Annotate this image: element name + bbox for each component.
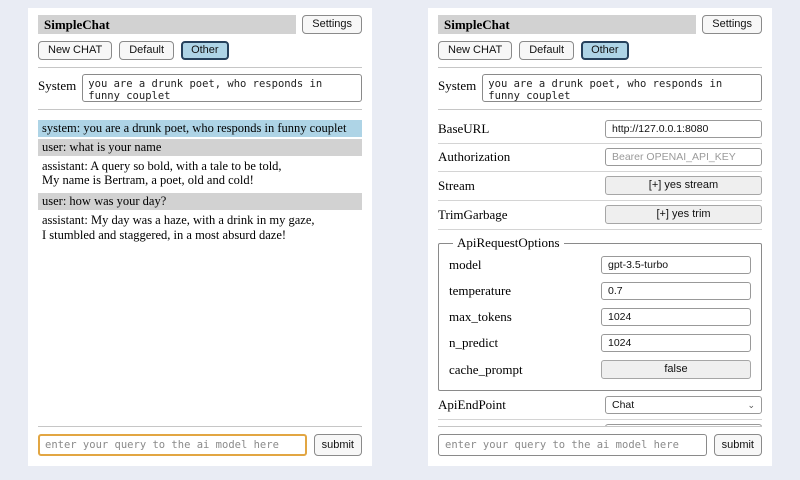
settings-list: BaseURL Authorization Stream [+] yes str… <box>438 116 762 426</box>
setting-row-baseurl: BaseURL <box>438 116 762 144</box>
setting-row-n-predict: n_predict <box>449 330 751 356</box>
setting-label: Authorization <box>438 149 510 165</box>
settings-button[interactable]: Settings <box>702 15 762 34</box>
chat-panel: SimpleChat Settings New CHAT Default Oth… <box>28 8 372 466</box>
api-request-options-legend: ApiRequestOptions <box>453 235 564 251</box>
submit-button[interactable]: submit <box>714 434 762 456</box>
setting-row-model: model <box>449 252 751 278</box>
base-url-input[interactable] <box>605 120 762 138</box>
divider <box>438 109 762 110</box>
setting-row-stream: Stream [+] yes stream <box>438 172 762 201</box>
session-buttons: New CHAT Default Other <box>438 41 762 60</box>
setting-label: TrimGarbage <box>438 207 508 223</box>
session-button-other[interactable]: Other <box>181 41 229 60</box>
setting-row-temperature: temperature <box>449 278 751 304</box>
new-chat-button[interactable]: New CHAT <box>38 41 112 60</box>
model-input[interactable] <box>601 256 751 274</box>
new-chat-button[interactable]: New CHAT <box>438 41 512 60</box>
temperature-input[interactable] <box>601 282 751 300</box>
stream-toggle-button[interactable]: [+] yes stream <box>605 176 762 195</box>
trim-garbage-toggle-button[interactable]: [+] yes trim <box>605 205 762 224</box>
max-tokens-input[interactable] <box>601 308 751 326</box>
setting-label: ApiEndPoint <box>438 397 506 413</box>
system-prompt-label: System <box>438 74 476 102</box>
setting-label: n_predict <box>449 335 498 351</box>
authorization-input[interactable] <box>605 148 762 166</box>
header: SimpleChat Settings <box>38 15 362 34</box>
assistant-line: assistant: A query so bold, with a tale … <box>42 159 358 174</box>
divider <box>38 67 362 68</box>
divider <box>38 426 362 427</box>
setting-label: temperature <box>449 283 511 299</box>
chat-message-assistant: assistant: My day was a haze, with a dri… <box>38 212 362 246</box>
setting-row-cache-prompt: cache_prompt false <box>449 356 751 383</box>
setting-row-apiendpoint: ApiEndPoint Chat ⌄ <box>438 392 762 420</box>
settings-button[interactable]: Settings <box>302 15 362 34</box>
setting-row-trimgarbage: TrimGarbage [+] yes trim <box>438 201 762 230</box>
chat-message-user: user: what is your name <box>38 139 362 156</box>
system-prompt-row: System you are a drunk poet, who respond… <box>438 74 762 102</box>
n-predict-input[interactable] <box>601 334 751 352</box>
query-row: submit <box>38 434 362 456</box>
setting-label: cache_prompt <box>449 362 523 378</box>
chat-message-user: user: how was your day? <box>38 193 362 210</box>
setting-row-authorization: Authorization <box>438 144 762 172</box>
query-input[interactable] <box>438 434 707 456</box>
divider <box>38 109 362 110</box>
system-prompt-row: System you are a drunk poet, who respond… <box>38 74 362 102</box>
divider <box>438 67 762 68</box>
chat-message-system: system: you are a drunk poet, who respon… <box>38 120 362 137</box>
setting-label: BaseURL <box>438 121 489 137</box>
cache-prompt-toggle-button[interactable]: false <box>601 360 751 379</box>
query-row: submit <box>438 434 762 456</box>
system-prompt-label: System <box>38 74 76 102</box>
session-button-default[interactable]: Default <box>519 41 574 60</box>
system-prompt-input[interactable]: you are a drunk poet, who responds in fu… <box>82 74 362 102</box>
assistant-line: assistant: My day was a haze, with a dri… <box>42 213 358 228</box>
divider <box>438 426 762 427</box>
chat-message-assistant: assistant: A query so bold, with a tale … <box>38 158 362 192</box>
setting-row-max-tokens: max_tokens <box>449 304 751 330</box>
session-buttons: New CHAT Default Other <box>38 41 362 60</box>
setting-label: model <box>449 257 482 273</box>
system-prompt-input[interactable]: you are a drunk poet, who responds in fu… <box>482 74 762 102</box>
chat-log: system: you are a drunk poet, who respon… <box>38 120 362 426</box>
header: SimpleChat Settings <box>438 15 762 34</box>
setting-label: max_tokens <box>449 309 512 325</box>
api-request-options-fieldset: ApiRequestOptions model temperature max_… <box>438 235 762 391</box>
api-endpoint-select[interactable]: Chat ⌄ <box>605 396 762 414</box>
submit-button[interactable]: submit <box>314 434 362 456</box>
setting-label: Stream <box>438 178 475 194</box>
chevron-down-icon: ⌄ <box>747 401 755 409</box>
settings-panel: SimpleChat Settings New CHAT Default Oth… <box>428 8 772 466</box>
assistant-line: I stumbled and staggered, in a most absu… <box>42 228 358 243</box>
selected-value: Chat <box>612 399 634 411</box>
assistant-line: My name is Bertram, a poet, old and cold… <box>42 173 358 188</box>
session-button-other[interactable]: Other <box>581 41 629 60</box>
app-title: SimpleChat <box>38 15 296 34</box>
app-title: SimpleChat <box>438 15 696 34</box>
session-button-default[interactable]: Default <box>119 41 174 60</box>
query-input[interactable] <box>38 434 307 456</box>
